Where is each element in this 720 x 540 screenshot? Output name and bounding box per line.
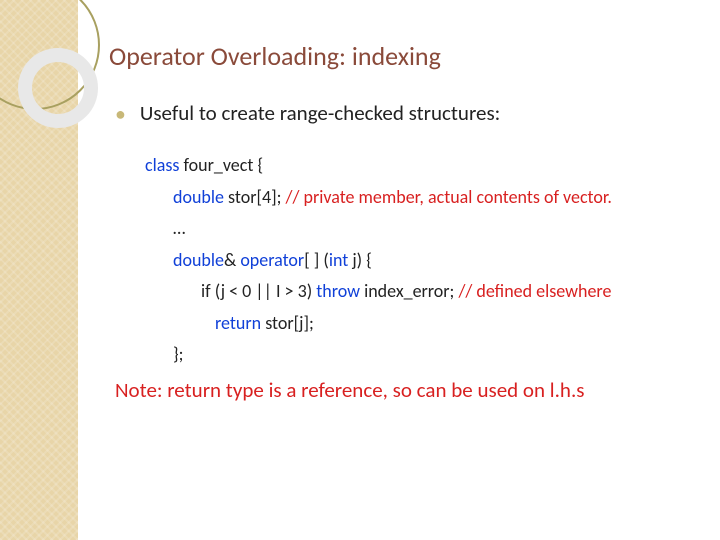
code-keyword: double: [173, 249, 224, 271]
code-line: double stor[4]; // private member, actua…: [145, 182, 700, 214]
code-keyword: operator: [240, 249, 304, 271]
code-text: index_error;: [360, 280, 458, 302]
slide-title: Operator Overloading: indexing: [109, 40, 700, 72]
code-comment: // private member, actual contents of ve…: [286, 186, 612, 208]
code-line: };: [145, 339, 700, 371]
code-keyword: double: [173, 186, 224, 208]
code-block: class four_vect { double stor[4]; // pri…: [145, 150, 700, 371]
code-keyword: throw: [316, 280, 360, 302]
code-keyword: int: [329, 249, 348, 271]
code-text: stor[j];: [261, 312, 314, 334]
code-keyword: return: [215, 312, 261, 334]
bullet-item: ● Useful to create range-checked structu…: [115, 100, 700, 126]
code-line: class four_vect {: [145, 150, 700, 182]
code-text: four_vect {: [179, 154, 263, 176]
code-comment: // defined elsewhere: [458, 280, 611, 302]
code-line: …: [145, 213, 700, 245]
code-text: stor[4];: [224, 186, 286, 208]
code-text: j) {: [348, 249, 372, 271]
slide-content: Operator Overloading: indexing ● Useful …: [95, 0, 700, 403]
code-line: if (j < 0 || I > 3) throw index_error; /…: [145, 276, 700, 308]
code-text: if (j < 0 || I > 3): [201, 280, 316, 302]
code-line: return stor[j];: [145, 308, 700, 340]
code-text: [ ] (: [304, 249, 329, 271]
note-text: Note: return type is a reference, so can…: [115, 377, 700, 403]
code-keyword: class: [145, 154, 179, 176]
code-line: double& operator[ ] (int j) {: [145, 245, 700, 277]
decorative-circle-inner: [18, 48, 98, 128]
code-text: &: [224, 249, 240, 271]
bullet-icon: ●: [115, 105, 126, 123]
bullet-text: Useful to create range-checked structure…: [140, 100, 500, 126]
